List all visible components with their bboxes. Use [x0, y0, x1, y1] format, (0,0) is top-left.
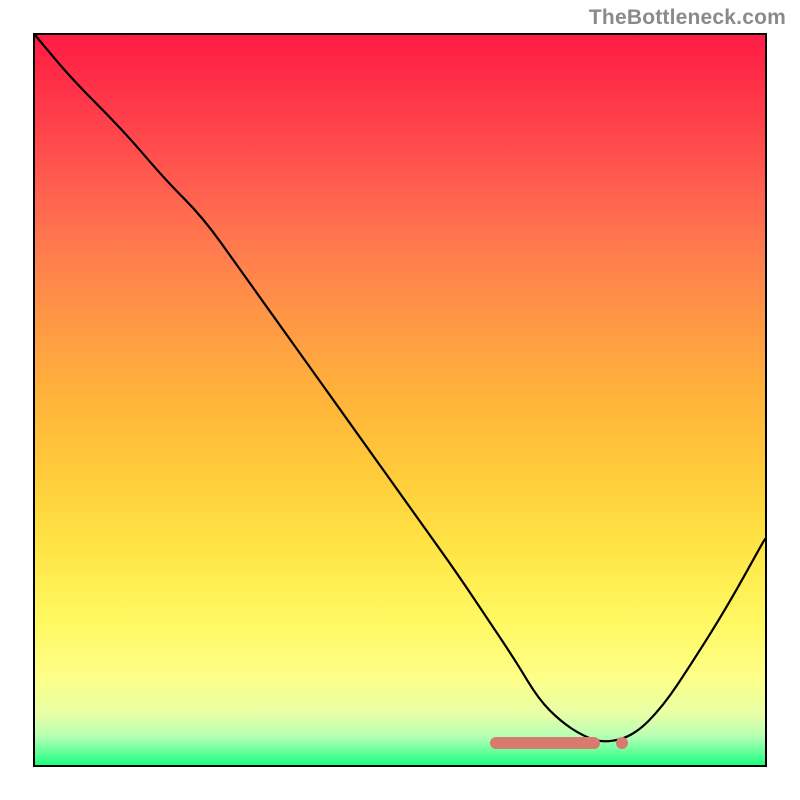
- chart-plot-area: [33, 33, 767, 767]
- chart-line-curve: [35, 35, 765, 765]
- chart-optimal-marker-band: [490, 737, 600, 749]
- chart-curve-path: [35, 35, 765, 741]
- watermark-text: TheBottleneck.com: [589, 6, 786, 30]
